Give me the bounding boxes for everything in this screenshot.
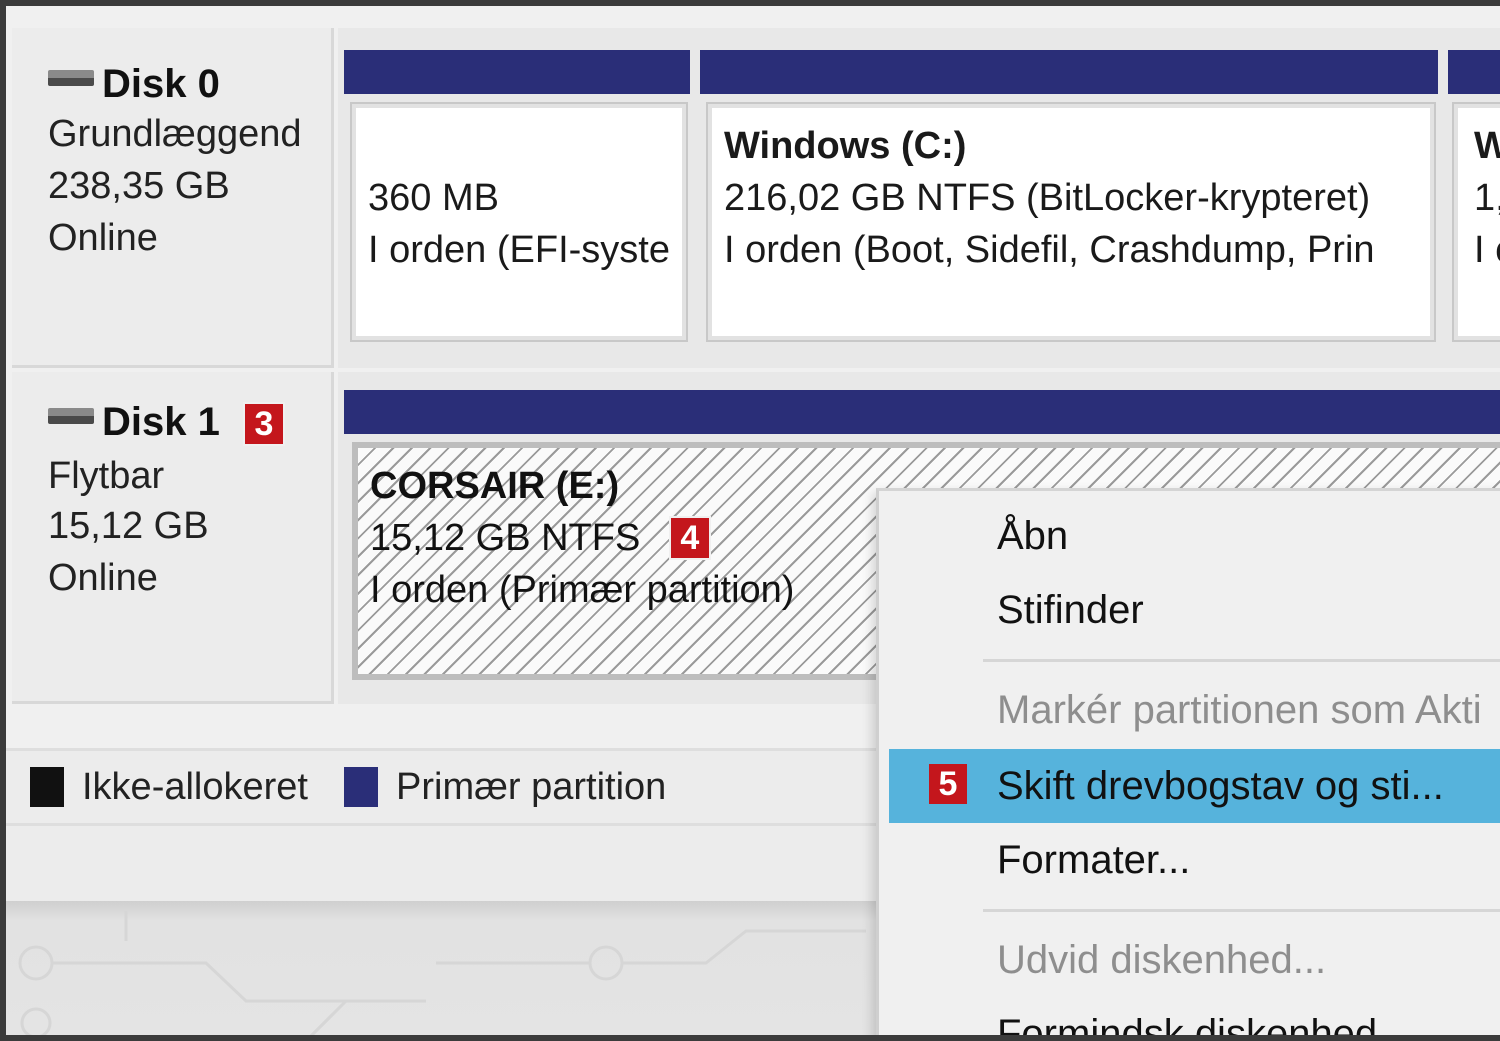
disk-1-title-row: Disk 1 3 [48, 400, 285, 446]
partition-bar [1448, 50, 1500, 94]
disk-1-status: Online [48, 557, 158, 599]
partition-status: I c [1474, 229, 1500, 271]
partition-size-row: 15,12 GB NTFS 4 [370, 512, 711, 564]
menu-item-format[interactable]: Formater... [879, 823, 1500, 897]
disk-1-type: Flytbar [48, 455, 165, 497]
partition-size: 15,12 GB NTFS [370, 517, 641, 559]
step-badge-3: 3 [242, 402, 285, 446]
partition-status: I orden (Boot, Sidefil, Crashdump, Prin [724, 229, 1375, 271]
legend-label-primary: Primær partition [396, 766, 667, 808]
disk-0-label[interactable]: Disk 0 Grundlæggend 238,35 GB Online [12, 28, 334, 368]
disk-drive-icon [48, 70, 94, 87]
disk-1-title: Disk 1 [102, 400, 220, 444]
menu-item-shrink-volume[interactable]: Formindsk diskenhed... [879, 997, 1500, 1041]
menu-item-label: Åbn [997, 514, 1069, 558]
step-badge-5: 5 [929, 764, 967, 804]
partition-size: 216,02 GB NTFS (BitLocker-krypteret) [724, 177, 1371, 219]
disk-1-size: 15,12 GB [48, 505, 209, 547]
menu-item-label: Markér partitionen som Akti [997, 688, 1482, 732]
menu-item-label: Udvid diskenhed... [997, 938, 1327, 982]
step-badge-4: 4 [668, 516, 711, 560]
menu-item-explorer[interactable]: Stifinder [879, 573, 1500, 647]
disk-1-label[interactable]: Disk 1 3 Flytbar 15,12 GB Online [12, 372, 334, 704]
partition-name: W [1474, 120, 1500, 172]
menu-item-open[interactable]: Åbn [879, 499, 1500, 573]
partition-bar [344, 390, 1500, 434]
partition-name: Windows (C:) [724, 125, 967, 167]
disk-0-title: Disk 0 [102, 62, 220, 106]
menu-item-label: Formater... [997, 838, 1191, 882]
menu-separator [983, 909, 1500, 912]
partition-recovery[interactable]: W 1, I c [1452, 102, 1500, 342]
partition-bar [700, 50, 1438, 94]
partition-name: CORSAIR (E:) [370, 465, 620, 507]
menu-item-mark-active[interactable]: Markér partitionen som Akti [879, 673, 1500, 747]
partition-bar [344, 50, 690, 94]
partition-windows-c[interactable]: Windows (C:) 216,02 GB NTFS (BitLocker-k… [706, 102, 1436, 342]
partition-status: I orden (Primær partition) [370, 569, 795, 611]
disk-0-status: Online [48, 217, 158, 259]
menu-item-label: Skift drevbogstav og sti... [997, 764, 1444, 808]
partition-size: 1, [1474, 177, 1500, 219]
disk-management-window: Disk 0 Grundlæggend 238,35 GB Online 360… [0, 0, 1500, 1041]
partition-status: I orden (EFI-syste [368, 229, 670, 271]
menu-item-extend-volume[interactable]: Udvid diskenhed... [879, 923, 1500, 997]
legend-label-unallocated: Ikke-allokeret [82, 766, 308, 808]
legend-swatch-primary [344, 767, 378, 807]
partition-efi[interactable]: 360 MB I orden (EFI-syste [350, 102, 688, 342]
legend-swatch-unallocated [30, 767, 64, 807]
menu-item-label: Stifinder [997, 588, 1144, 632]
menu-item-label: Formindsk diskenhed... [997, 1012, 1411, 1041]
context-menu: Åbn Stifinder Markér partitionen som Akt… [876, 488, 1500, 1041]
disk-0-title-row: Disk 0 [48, 62, 220, 106]
partition-size: 360 MB [368, 177, 499, 219]
disk-0-size: 238,35 GB [48, 165, 230, 207]
menu-item-change-drive-letter[interactable]: 5 Skift drevbogstav og sti... [889, 749, 1500, 823]
disk-0-type: Grundlæggend [48, 113, 302, 155]
menu-separator [983, 659, 1500, 662]
disk-drive-icon [48, 408, 94, 425]
